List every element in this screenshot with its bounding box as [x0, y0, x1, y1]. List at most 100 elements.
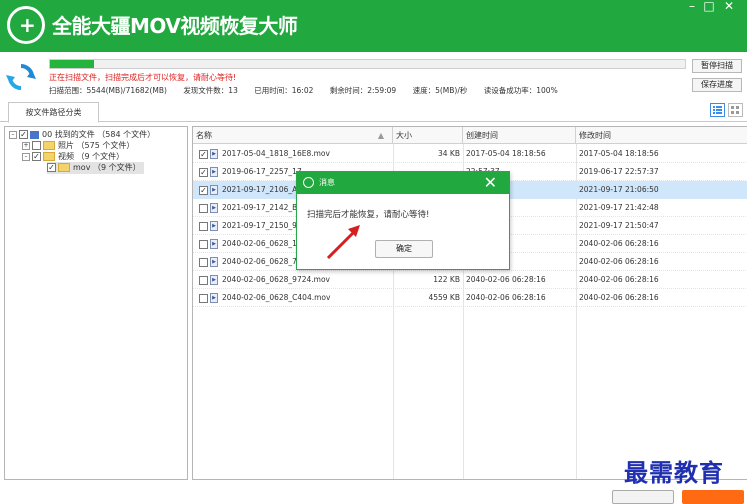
table-row[interactable]: ▶ 2040-02-06_0628_C404.mov 4559 KB 2040-02-… — [193, 289, 747, 307]
app-logo-icon: + — [7, 6, 45, 44]
column-header-modified[interactable]: 修改时间 — [576, 127, 747, 144]
video-file-icon: ▶ — [210, 221, 218, 231]
scan-speed: 速度：5(MB)/秒 — [412, 86, 468, 95]
file-name: 2021-09-17_2142_B — [222, 203, 298, 212]
scan-progress-fill — [50, 60, 95, 68]
file-name: 2040-02-06_0628_9724.mov — [222, 275, 330, 284]
video-file-icon: ▶ — [210, 257, 218, 267]
tree-checkbox[interactable] — [32, 141, 41, 150]
row-checkbox[interactable] — [199, 239, 208, 249]
file-modified: 2021-09-17 21:06:50 — [579, 185, 659, 194]
maximize-button[interactable]: □ — [700, 0, 718, 13]
file-name: 2040-02-06_0628_1 — [222, 239, 297, 248]
info-icon — [303, 177, 314, 188]
tree-item-label: mov （9 个文件） — [73, 163, 141, 172]
column-header-name[interactable]: 名称 ▲ — [193, 127, 393, 144]
found-count: 发现文件数：13 — [183, 86, 238, 95]
table-row[interactable]: ▶ 2040-02-06_0628_9724.mov 122 KB 2040-02-0… — [193, 271, 747, 289]
row-checkbox[interactable]: ✓ — [199, 185, 208, 195]
file-name: 2040-02-06_0628_C404.mov — [222, 293, 331, 302]
scan-progress-bar — [49, 59, 686, 69]
column-name-label: 名称 — [196, 131, 212, 140]
pause-scan-button[interactable]: 暂停扫描 — [692, 59, 742, 73]
scan-range: 扫描范围：5544(MB)/71682(MB) — [49, 86, 167, 95]
minimize-button[interactable]: – — [683, 0, 701, 13]
list-view-icon[interactable] — [710, 103, 725, 117]
read-success-rate: 读设备成功率：100% — [483, 86, 558, 95]
file-modified: 2019-06-17 22:57:37 — [579, 167, 659, 176]
recover-button[interactable] — [682, 490, 744, 504]
file-modified: 2017-05-04 18:18:56 — [579, 149, 659, 158]
tab-bar — [0, 99, 747, 122]
file-name: 2019-06-17_2257_17 — [222, 167, 302, 176]
tree-item-label: 00 找到的文件 （584 个文件） — [42, 130, 156, 139]
tree-expander[interactable]: – — [9, 130, 17, 139]
row-checkbox[interactable] — [199, 203, 208, 213]
tree-expander[interactable]: + — [22, 141, 30, 150]
file-modified: 2040-02-06 06:28:16 — [579, 293, 659, 302]
row-checkbox[interactable] — [199, 275, 208, 285]
video-file-icon: ▶ — [210, 239, 218, 249]
scan-info-line: 扫描范围：5544(MB)/71682(MB) 发现文件数：13 已用时间：16… — [49, 85, 572, 96]
remaining-time: 剩余时间：2:59:09 — [329, 86, 397, 95]
column-header-created[interactable]: 创建时间 — [463, 127, 576, 144]
folder-icon — [43, 141, 55, 150]
row-checkbox[interactable] — [199, 221, 208, 231]
tree-expander[interactable]: – — [22, 152, 30, 161]
grid-view-icon[interactable] — [728, 103, 743, 117]
close-button[interactable]: ✕ — [720, 0, 738, 13]
tree-item-label: 视频 （9 个文件） — [58, 152, 125, 161]
file-size: 34 KB — [438, 149, 460, 158]
file-modified: 2021-09-17 21:42:48 — [579, 203, 659, 212]
file-modified: 2040-02-06 06:28:16 — [579, 239, 659, 248]
file-created: 2040-02-06 06:28:16 — [466, 275, 546, 284]
file-name: 2017-05-04_1818_16E8.mov — [222, 149, 330, 158]
file-name: 2040-02-06_0628_7 — [222, 257, 297, 266]
previous-step-button[interactable] — [612, 490, 674, 504]
video-file-icon: ▶ — [210, 185, 218, 195]
file-name: 2021-09-17_2106_A — [222, 185, 298, 194]
computer-icon — [30, 130, 39, 139]
scan-warning-text: 正在扫描文件，扫描完成后才可以恢复，请耐心等待! — [49, 73, 237, 82]
dialog-title-bar: 消息 ✕ — [297, 172, 509, 194]
file-modified: 2040-02-06 06:28:16 — [579, 275, 659, 284]
file-name-cell: ✓ ▶ 2017-05-04_1818_16E8.mov — [199, 145, 393, 163]
file-name-cell: ▶ 2040-02-06_0628_9724.mov — [199, 271, 393, 289]
file-created: 2040-02-06 06:28:16 — [466, 293, 546, 302]
file-modified: 2040-02-06 06:28:16 — [579, 257, 659, 266]
video-file-icon: ▶ — [210, 149, 218, 159]
row-checkbox[interactable] — [199, 293, 208, 303]
sort-arrow-icon: ▲ — [377, 131, 384, 140]
refresh-scan-icon — [6, 64, 36, 90]
file-created: 2017-05-04 18:18:56 — [466, 149, 546, 158]
row-checkbox[interactable]: ✓ — [199, 149, 208, 159]
dialog-title: 消息 — [319, 178, 335, 187]
file-size: 122 KB — [433, 275, 460, 284]
file-name-cell: ▶ 2040-02-06_0628_C404.mov — [199, 289, 393, 307]
row-checkbox[interactable]: ✓ — [199, 167, 208, 177]
app-title: 全能大疆MOV视频恢复大师 — [52, 14, 298, 38]
video-file-icon: ▶ — [210, 203, 218, 213]
tree-checkbox[interactable]: ✓ — [32, 152, 41, 161]
row-checkbox[interactable] — [199, 257, 208, 267]
dialog-close-button[interactable]: ✕ — [484, 172, 497, 194]
annotation-arrow-icon — [326, 225, 360, 260]
column-header-size[interactable]: 大小 — [393, 127, 463, 144]
video-file-icon: ▶ — [210, 293, 218, 303]
watermark-logo: 最需教育 — [624, 458, 724, 487]
dialog-message: 扫描完后才能恢复，请耐心等待! — [307, 210, 430, 220]
tree-checkbox[interactable]: ✓ — [19, 130, 28, 139]
file-size: 4559 KB — [428, 293, 460, 302]
elapsed-time: 已用时间：16:02 — [254, 86, 314, 95]
save-progress-button[interactable]: 保存进度 — [692, 78, 742, 92]
tree-checkbox[interactable]: ✓ — [47, 163, 56, 172]
tab-by-path[interactable]: 按文件路径分类 — [8, 102, 99, 123]
dialog-ok-button[interactable]: 确定 — [375, 240, 433, 258]
video-file-icon: ▶ — [210, 167, 218, 177]
folder-icon — [43, 152, 55, 161]
folder-tree-panel: – ✓ 00 找到的文件 （584 个文件） + 照片 （575 个文件） – ✓ 视频 … — [4, 126, 188, 480]
tree-item-mov[interactable]: ✓ mov （9 个文件） — [47, 162, 144, 174]
video-file-icon: ▶ — [210, 275, 218, 285]
table-row[interactable]: ✓ ▶ 2017-05-04_1818_16E8.mov 34 KB 2017-05-0… — [193, 145, 747, 163]
tree-item-label: 照片 （575 个文件） — [58, 141, 135, 150]
